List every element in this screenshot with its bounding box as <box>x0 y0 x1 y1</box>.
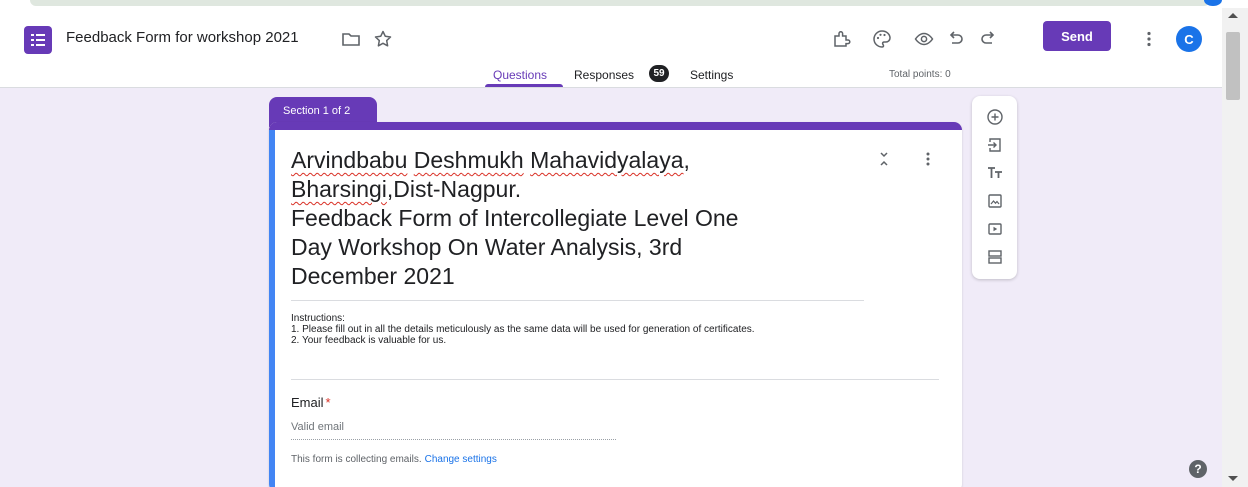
browser-top-strip <box>0 0 1248 8</box>
tab-questions[interactable]: Questions <box>493 68 547 82</box>
heading-line-1: Arvindbabu Deshmukh Mahavidyalaya, <box>291 147 690 173</box>
form-heading[interactable]: Arvindbabu Deshmukh Mahavidyalaya, Bhars… <box>291 146 866 291</box>
import-questions-icon[interactable] <box>981 134 1008 156</box>
tab-responses[interactable]: Responses <box>574 68 634 82</box>
card-accent-bar <box>269 122 962 130</box>
scroll-thumb[interactable] <box>1226 32 1240 100</box>
email-collection-note: This form is collecting emails. Change se… <box>291 454 497 465</box>
more-vert-icon[interactable] <box>1136 26 1162 52</box>
forms-app-icon[interactable] <box>24 26 52 54</box>
heading-underline <box>291 300 864 301</box>
tab-settings[interactable]: Settings <box>690 68 733 82</box>
send-button[interactable]: Send <box>1043 21 1111 51</box>
responses-count-badge: 59 <box>649 65 669 82</box>
addon-icon[interactable] <box>829 26 855 52</box>
card-divider <box>291 379 939 380</box>
add-question-icon[interactable] <box>981 106 1008 128</box>
star-icon[interactable] <box>373 29 393 49</box>
description-line: 1. Please fill out in all the details me… <box>291 324 755 335</box>
undo-icon[interactable] <box>943 26 969 52</box>
add-title-icon[interactable] <box>981 162 1008 184</box>
add-image-icon[interactable] <box>981 190 1008 212</box>
help-button[interactable]: ? <box>1189 460 1207 478</box>
scroll-down-icon[interactable] <box>1228 476 1238 481</box>
scroll-up-icon[interactable] <box>1228 13 1238 18</box>
heading-line-3: Feedback Form of Intercollegiate Level O… <box>291 205 739 231</box>
account-avatar[interactable]: C <box>1176 26 1202 52</box>
redo-icon[interactable] <box>975 26 1001 52</box>
description-line: Instructions: <box>291 313 345 324</box>
total-points: Total points: 0 <box>889 69 951 80</box>
heading-line-5: December 2021 <box>291 263 455 289</box>
folder-icon[interactable] <box>341 29 361 49</box>
add-section-icon[interactable] <box>981 246 1008 268</box>
email-label: Email * <box>291 395 331 410</box>
card-selection-bar <box>269 130 275 487</box>
collapse-section-icon[interactable] <box>875 150 893 168</box>
page-scrollbar[interactable] <box>1222 8 1248 487</box>
email-input[interactable]: Valid email <box>291 421 616 440</box>
palette-icon[interactable] <box>869 26 895 52</box>
browser-bar <box>30 0 1210 6</box>
description-line: 2. Your feedback is valuable for us. <box>291 335 447 346</box>
form-description[interactable]: Instructions: 1. Please fill out in all … <box>291 313 755 346</box>
active-tab-indicator <box>485 84 563 87</box>
preview-icon[interactable] <box>911 26 937 52</box>
form-title[interactable]: Feedback Form for workshop 2021 <box>66 29 299 46</box>
heading-line-2: Bharsingi,Dist-Nagpur. <box>291 176 522 202</box>
heading-line-4: Day Workshop On Water Analysis, 3rd <box>291 234 683 260</box>
form-header: Feedback Form for workshop 2021 Send C Q… <box>0 8 1222 88</box>
side-toolbar <box>972 96 1017 279</box>
section-more-icon[interactable] <box>919 150 937 168</box>
required-marker: * <box>325 395 331 410</box>
add-video-icon[interactable] <box>981 218 1008 240</box>
change-settings-link[interactable]: Change settings <box>425 454 497 465</box>
